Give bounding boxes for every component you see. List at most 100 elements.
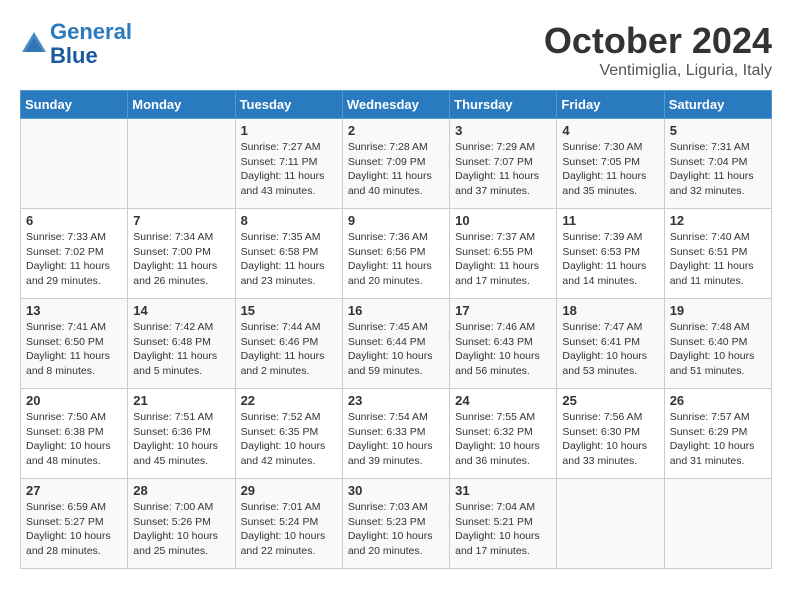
calendar-cell: 22 Sunrise: 7:52 AMSunset: 6:35 PMDayligh… (235, 389, 342, 479)
calendar-week-row: 1Sunrise: 7:27 AMSunset: 7:11 PMDaylight… (21, 119, 772, 209)
logo-line2: Blue (50, 43, 98, 68)
weekday-header-sunday: Sunday (21, 91, 128, 119)
calendar-cell: 5Sunrise: 7:31 AMSunset: 7:04 PMDaylight… (664, 119, 771, 209)
calendar-cell: 17 Sunrise: 7:46 AMSunset: 6:43 PMDayligh… (450, 299, 557, 389)
calendar-week-row: 27Sunrise: 6:59 AMSunset: 5:27 PMDayligh… (21, 479, 772, 569)
cell-sun-info: Sunrise: 7:01 AMSunset: 5:24 PMDaylight:… (241, 500, 337, 559)
month-title: October 2024 (544, 20, 772, 62)
calendar-cell: 27Sunrise: 6:59 AMSunset: 5:27 PMDayligh… (21, 479, 128, 569)
calendar-cell (557, 479, 664, 569)
calendar-cell: 8 Sunrise: 7:35 AMSunset: 6:58 PMDaylight… (235, 209, 342, 299)
calendar-cell: 1Sunrise: 7:27 AMSunset: 7:11 PMDaylight… (235, 119, 342, 209)
day-number: 10 (455, 213, 551, 228)
day-number: 4 (562, 123, 658, 138)
calendar-cell: 20 Sunrise: 7:50 AMSunset: 6:38 PMDayligh… (21, 389, 128, 479)
cell-sun-info: Sunrise: 7:03 AMSunset: 5:23 PMDaylight:… (348, 500, 444, 559)
cell-sun-info: Sunrise: 7:47 AMSunset: 6:41 PMDaylight:… (562, 320, 658, 379)
calendar-week-row: 6 Sunrise: 7:33 AMSunset: 7:02 PMDaylight… (21, 209, 772, 299)
logo: General Blue (20, 20, 132, 68)
day-number: 28 (133, 483, 229, 498)
calendar-cell: 19Sunrise: 7:48 AMSunset: 6:40 PMDayligh… (664, 299, 771, 389)
calendar-cell: 9 Sunrise: 7:36 AMSunset: 6:56 PMDaylight… (342, 209, 449, 299)
day-number: 22 (241, 393, 337, 408)
calendar-cell: 7Sunrise: 7:34 AMSunset: 7:00 PMDaylight… (128, 209, 235, 299)
calendar-cell (664, 479, 771, 569)
day-number: 20 (26, 393, 122, 408)
logo-line1: General (50, 19, 132, 44)
calendar-cell: 14Sunrise: 7:42 AMSunset: 6:48 PMDayligh… (128, 299, 235, 389)
day-number: 14 (133, 303, 229, 318)
day-number: 25 (562, 393, 658, 408)
cell-sun-info: Sunrise: 7:28 AMSunset: 7:09 PMDaylight:… (348, 140, 444, 199)
calendar-cell: 25 Sunrise: 7:56 AMSunset: 6:30 PMDayligh… (557, 389, 664, 479)
cell-sun-info: Sunrise: 7:40 AMSunset: 6:51 PMDaylight:… (670, 230, 766, 289)
day-number: 16 (348, 303, 444, 318)
cell-sun-info: Sunrise: 7:52 AMSunset: 6:35 PMDaylight:… (241, 410, 337, 469)
calendar-cell: 2Sunrise: 7:28 AMSunset: 7:09 PMDaylight… (342, 119, 449, 209)
day-number: 17 (455, 303, 551, 318)
day-number: 24 (455, 393, 551, 408)
day-number: 31 (455, 483, 551, 498)
calendar-week-row: 20 Sunrise: 7:50 AMSunset: 6:38 PMDayligh… (21, 389, 772, 479)
calendar-table: SundayMondayTuesdayWednesdayThursdayFrid… (20, 90, 772, 569)
calendar-cell: 15Sunrise: 7:44 AMSunset: 6:46 PMDayligh… (235, 299, 342, 389)
calendar-cell: 26 Sunrise: 7:57 AMSunset: 6:29 PMDayligh… (664, 389, 771, 479)
day-number: 21 (133, 393, 229, 408)
calendar-cell: 31 Sunrise: 7:04 AMSunset: 5:21 PMDayligh… (450, 479, 557, 569)
cell-sun-info: Sunrise: 7:57 AMSunset: 6:29 PMDaylight:… (670, 410, 766, 469)
cell-sun-info: Sunrise: 7:30 AMSunset: 7:05 PMDaylight:… (562, 140, 658, 199)
cell-sun-info: Sunrise: 7:50 AMSunset: 6:38 PMDaylight:… (26, 410, 122, 469)
cell-sun-info: Sunrise: 7:35 AMSunset: 6:58 PMDaylight:… (241, 230, 337, 289)
calendar-cell: 11Sunrise: 7:39 AMSunset: 6:53 PMDayligh… (557, 209, 664, 299)
weekday-header-wednesday: Wednesday (342, 91, 449, 119)
calendar-cell: 10 Sunrise: 7:37 AMSunset: 6:55 PMDayligh… (450, 209, 557, 299)
cell-sun-info: Sunrise: 7:44 AMSunset: 6:46 PMDaylight:… (241, 320, 337, 379)
calendar-cell: 29 Sunrise: 7:01 AMSunset: 5:24 PMDayligh… (235, 479, 342, 569)
weekday-header-friday: Friday (557, 91, 664, 119)
cell-sun-info: Sunrise: 7:37 AMSunset: 6:55 PMDaylight:… (455, 230, 551, 289)
weekday-header-tuesday: Tuesday (235, 91, 342, 119)
day-number: 1 (241, 123, 337, 138)
title-block: October 2024 Ventimiglia, Liguria, Italy (544, 20, 772, 80)
cell-sun-info: Sunrise: 7:36 AMSunset: 6:56 PMDaylight:… (348, 230, 444, 289)
cell-sun-info: Sunrise: 7:46 AMSunset: 6:43 PMDaylight:… (455, 320, 551, 379)
day-number: 8 (241, 213, 337, 228)
weekday-header-monday: Monday (128, 91, 235, 119)
page-header: General Blue October 2024 Ventimiglia, L… (20, 20, 772, 80)
day-number: 19 (670, 303, 766, 318)
cell-sun-info: Sunrise: 7:34 AMSunset: 7:00 PMDaylight:… (133, 230, 229, 289)
cell-sun-info: Sunrise: 7:56 AMSunset: 6:30 PMDaylight:… (562, 410, 658, 469)
calendar-cell: 28 Sunrise: 7:00 AMSunset: 5:26 PMDayligh… (128, 479, 235, 569)
day-number: 11 (562, 213, 658, 228)
cell-sun-info: Sunrise: 7:54 AMSunset: 6:33 PMDaylight:… (348, 410, 444, 469)
day-number: 13 (26, 303, 122, 318)
logo-icon (20, 30, 48, 58)
day-number: 27 (26, 483, 122, 498)
calendar-cell (128, 119, 235, 209)
calendar-week-row: 13 Sunrise: 7:41 AMSunset: 6:50 PMDayligh… (21, 299, 772, 389)
calendar-cell: 4 Sunrise: 7:30 AMSunset: 7:05 PMDaylight… (557, 119, 664, 209)
cell-sun-info: Sunrise: 7:41 AMSunset: 6:50 PMDaylight:… (26, 320, 122, 379)
cell-sun-info: Sunrise: 7:45 AMSunset: 6:44 PMDaylight:… (348, 320, 444, 379)
calendar-cell: 18Sunrise: 7:47 AMSunset: 6:41 PMDayligh… (557, 299, 664, 389)
cell-sun-info: Sunrise: 7:51 AMSunset: 6:36 PMDaylight:… (133, 410, 229, 469)
calendar-cell: 16 Sunrise: 7:45 AMSunset: 6:44 PMDayligh… (342, 299, 449, 389)
calendar-cell: 21 Sunrise: 7:51 AMSunset: 6:36 PMDayligh… (128, 389, 235, 479)
weekday-header-row: SundayMondayTuesdayWednesdayThursdayFrid… (21, 91, 772, 119)
calendar-cell: 30Sunrise: 7:03 AMSunset: 5:23 PMDayligh… (342, 479, 449, 569)
day-number: 5 (670, 123, 766, 138)
day-number: 29 (241, 483, 337, 498)
calendar-cell: 12 Sunrise: 7:40 AMSunset: 6:51 PMDayligh… (664, 209, 771, 299)
calendar-cell: 6 Sunrise: 7:33 AMSunset: 7:02 PMDaylight… (21, 209, 128, 299)
day-number: 9 (348, 213, 444, 228)
day-number: 23 (348, 393, 444, 408)
cell-sun-info: Sunrise: 7:33 AMSunset: 7:02 PMDaylight:… (26, 230, 122, 289)
day-number: 12 (670, 213, 766, 228)
day-number: 6 (26, 213, 122, 228)
calendar-cell (21, 119, 128, 209)
cell-sun-info: Sunrise: 7:55 AMSunset: 6:32 PMDaylight:… (455, 410, 551, 469)
cell-sun-info: Sunrise: 7:00 AMSunset: 5:26 PMDaylight:… (133, 500, 229, 559)
cell-sun-info: Sunrise: 7:04 AMSunset: 5:21 PMDaylight:… (455, 500, 551, 559)
weekday-header-saturday: Saturday (664, 91, 771, 119)
day-number: 26 (670, 393, 766, 408)
